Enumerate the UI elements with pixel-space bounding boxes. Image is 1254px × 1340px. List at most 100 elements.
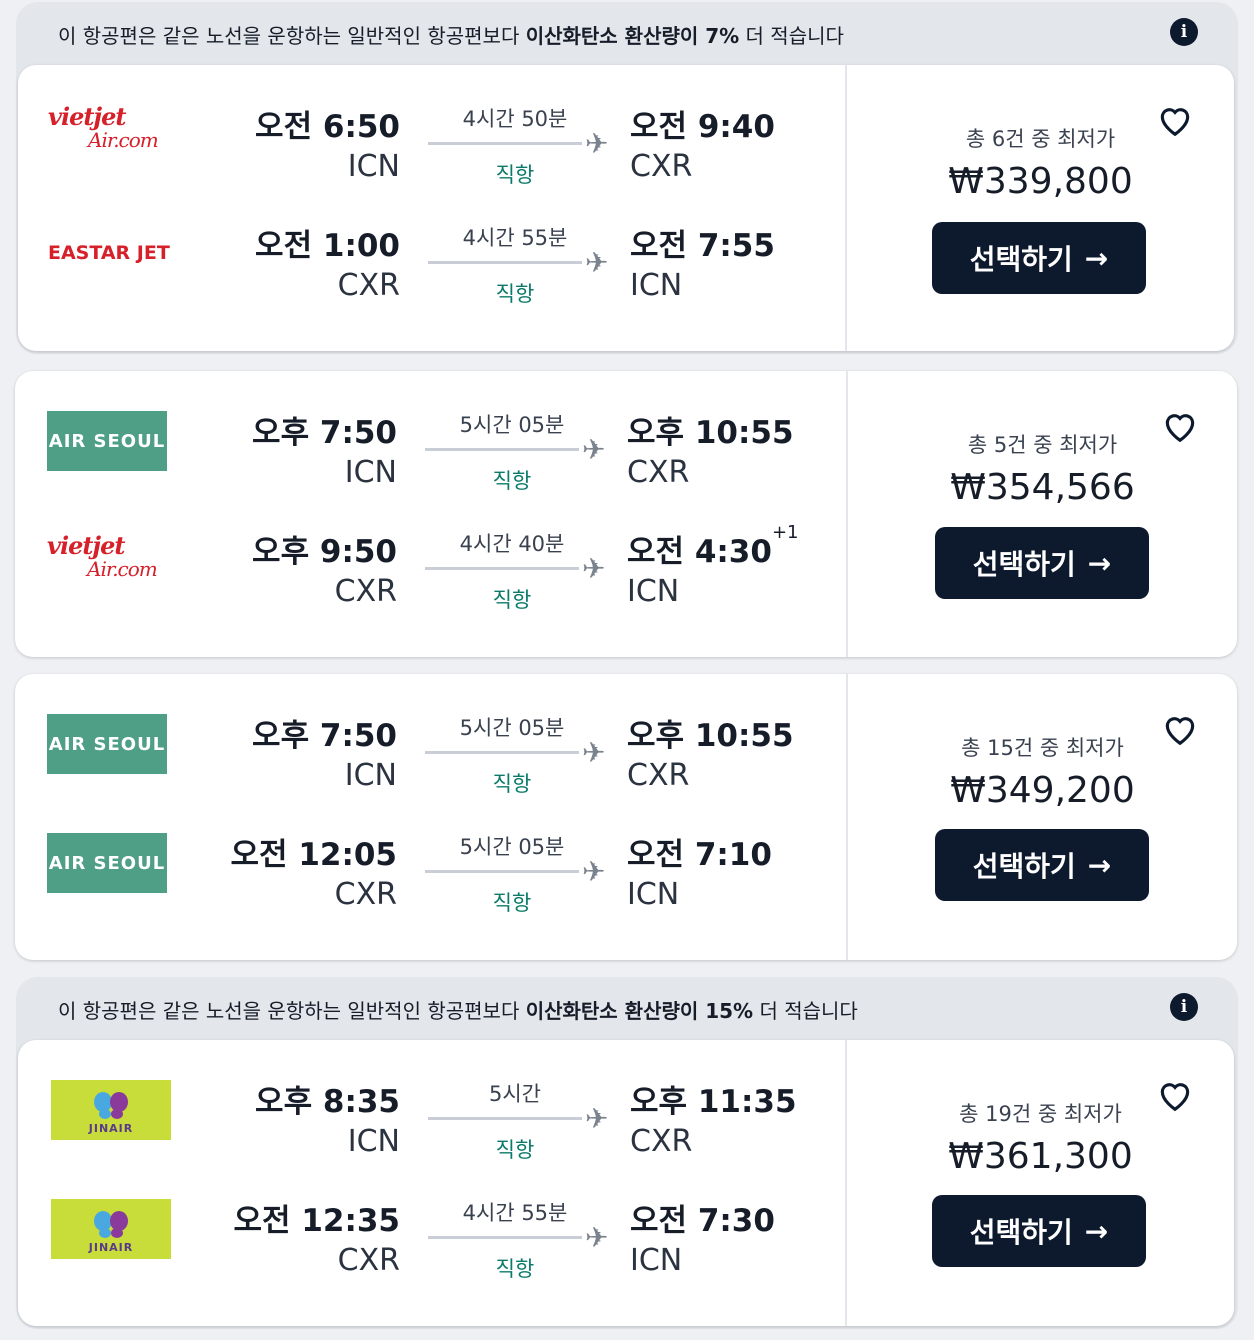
route-line [428,1117,582,1120]
airseoul-logo: AIR SEOUL [47,714,167,774]
arrival-time: 오전 7:30 [630,1195,775,1240]
arrival-airport: ICN [627,877,680,912]
departure-airport: CXR [334,574,397,609]
vietjet-logo-line2: Air.com [87,557,158,581]
eco-banner-bold: 이산화탄소 환산량이 7% [525,24,740,48]
arrival-airport: CXR [627,758,690,793]
airseoul-logo: AIR SEOUL [47,833,167,893]
eastarjet-logo: EASTAR JET [48,242,172,302]
arrival-time: 오전 4:30+1 [627,522,799,571]
arrival-time-text: 오후 10:55 [627,415,794,451]
arrival-time: 오후 11:35 [630,1076,797,1121]
arrival-airport: CXR [630,149,693,184]
stops-label: 직항 [495,282,535,306]
route-line [428,1236,582,1239]
arrival-time: 오전 7:55 [630,220,775,265]
select-button-label: 선택하기 [969,1216,1073,1249]
flight-duration: 4시간 55분 [462,226,568,250]
route-line [425,448,579,451]
stops-label: 직항 [492,469,532,493]
stops-label: 직항 [495,1257,535,1281]
plane-icon: ✈ [585,1221,609,1254]
departure-time: 오전 1:00 [255,228,400,264]
flight-duration: 4시간 55분 [462,1201,568,1225]
price: ₩361,300 [948,1136,1133,1177]
stops-label: 직항 [492,891,532,915]
select-button-label: 선택하기 [972,548,1076,581]
route-line [425,567,579,570]
arrival-time-text: 오후 10:55 [627,718,794,754]
route-line [428,142,582,145]
flight-duration: 5시간 05분 [459,835,565,859]
eco-group: 이 항공편은 같은 노선을 운항하는 일반적인 항공편보다 이산화탄소 환산량이… [16,977,1238,1329]
plane-icon: ✈ [582,433,606,466]
plane-icon: ✈ [585,246,609,279]
select-button-label: 선택하기 [969,243,1073,276]
flight-leg-return: JINAIR 오전 12:35 CXR 4시간 55분 ✈ 직항 오전 7:30… [18,1199,848,1319]
select-button[interactable]: 선택하기 → [935,527,1149,599]
price: ₩354,566 [950,467,1135,508]
eastarjet-logo-text: EASTAR JET [48,242,170,264]
plane-icon: ✈ [582,736,606,769]
plane-icon: ✈ [585,1102,609,1135]
departure-time: 오전 12:05 [230,837,397,873]
arrival-time: 오전 9:40 [630,101,775,146]
vietjet-logo: vietjet Air.com [48,105,172,165]
arrival-time: 오후 10:55 [627,710,794,755]
stops-label: 직항 [492,772,532,796]
next-day-marker: +1 [771,522,799,543]
arrival-time-text: 오전 7:30 [630,1203,775,1239]
jinair-logo-text: JINAIR [88,1241,134,1254]
flight-leg-outbound: AIR SEOUL 오후 7:50 ICN 5시간 05분 ✈ 직항 오후 10… [15,411,845,531]
flight-card[interactable]: vietjet Air.com 오전 6:50 ICN 4시간 50분 ✈ 직항… [18,65,1234,351]
jinair-logo: JINAIR [51,1199,171,1259]
eco-banner-suffix: 더 적습니다 [739,24,844,48]
plane-icon: ✈ [582,552,606,585]
select-button[interactable]: 선택하기 → [932,1195,1146,1267]
arrival-airport: CXR [630,1124,693,1159]
departure-airport: ICN [344,758,397,793]
select-button[interactable]: 선택하기 → [932,222,1146,294]
arrow-right-icon: → [1084,1214,1109,1248]
flight-card[interactable]: AIR SEOUL 오후 7:50 ICN 5시간 05분 ✈ 직항 오후 10… [15,674,1237,960]
arrival-airport: ICN [627,574,680,609]
flight-card[interactable]: JINAIR 오후 8:35 ICN 5시간 ✈ 직항 오후 11:35 CXR [18,1040,1234,1326]
arrival-time: 오전 7:10 [627,829,772,874]
plane-icon: ✈ [582,855,606,888]
eco-banner: 이 항공편은 같은 노선을 운항하는 일반적인 항공편보다 이산화탄소 환산량이… [16,2,1238,66]
vietjet-logo: vietjet Air.com [47,534,171,594]
select-button-label: 선택하기 [972,850,1076,883]
airseoul-logo-text: AIR SEOUL [48,430,166,452]
departure-time: 오전 12:35 [233,1203,400,1239]
arrival-time: 오후 10:55 [627,407,794,452]
arrival-airport: CXR [627,455,690,490]
offer-count: 총 6건 중 최저가 [965,127,1116,151]
select-button[interactable]: 선택하기 → [935,829,1149,901]
route-line [428,261,582,264]
info-icon[interactable]: i [1170,18,1198,46]
jinair-logo-text: JINAIR [88,1122,134,1135]
departure-time: 오후 7:50 [252,415,397,451]
arrival-time-text: 오전 7:10 [627,837,772,873]
vietjet-logo-line1: vietjet [48,102,126,131]
flight-duration: 4시간 40분 [459,532,565,556]
eco-banner: 이 항공편은 같은 노선을 운항하는 일반적인 항공편보다 이산화탄소 환산량이… [16,977,1238,1041]
route-line [425,751,579,754]
flight-leg-outbound: vietjet Air.com 오전 6:50 ICN 4시간 50분 ✈ 직항… [18,105,848,225]
flight-duration: 4시간 50분 [462,107,568,131]
offer-count: 총 19건 중 최저가 [959,1102,1122,1126]
departure-time: 오후 7:50 [252,718,397,754]
eco-banner-suffix: 더 적습니다 [753,999,858,1023]
eco-group: 이 항공편은 같은 노선을 운항하는 일반적인 항공편보다 이산화탄소 환산량이… [16,2,1238,354]
flight-card[interactable]: AIR SEOUL 오후 7:50 ICN 5시간 05분 ✈ 직항 오후 10… [15,371,1237,657]
flight-leg-outbound: AIR SEOUL 오후 7:50 ICN 5시간 05분 ✈ 직항 오후 10… [15,714,845,834]
departure-airport: ICN [347,1124,400,1159]
eco-banner-prefix: 이 항공편은 같은 노선을 운항하는 일반적인 항공편보다 [58,24,526,48]
info-icon[interactable]: i [1170,993,1198,1021]
vietjet-logo-line2: Air.com [88,128,159,152]
flight-duration: 5시간 [488,1082,541,1106]
airseoul-logo-text: AIR SEOUL [48,733,166,755]
stops-label: 직항 [492,588,532,612]
arrival-airport: ICN [630,268,683,303]
price-column: 총 5건 중 최저가 ₩354,566 선택하기 → [848,371,1237,657]
